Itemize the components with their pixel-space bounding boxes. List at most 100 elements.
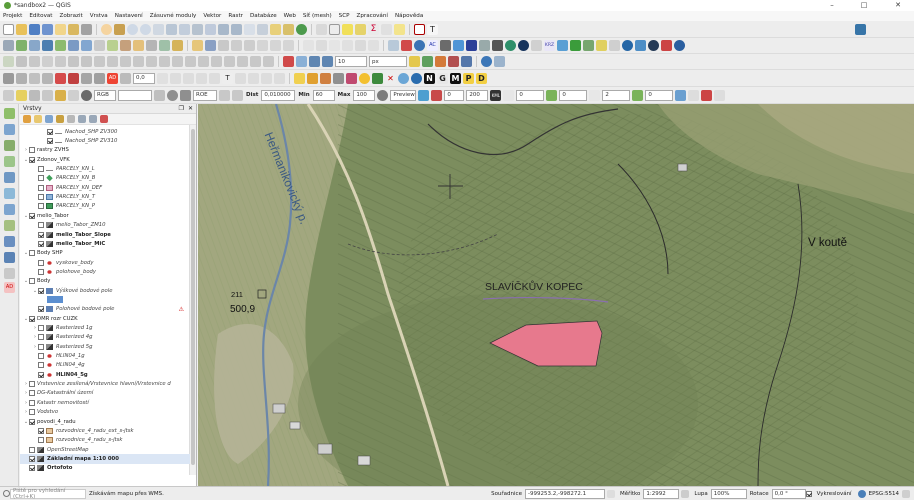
layer-row[interactable]: › Rasterized 1g xyxy=(20,323,190,332)
new-shapefile-icon[interactable] xyxy=(107,40,118,51)
self-snapping-icon[interactable] xyxy=(461,56,472,67)
layer-row[interactable]: ⌄ Body xyxy=(20,277,190,286)
text-size-up-icon[interactable] xyxy=(209,72,220,84)
menu-rastr[interactable]: Rastr xyxy=(228,13,243,19)
layer-row[interactable]: › Rasterized 4g xyxy=(20,333,190,342)
layer-visibility-checkbox[interactable] xyxy=(29,147,35,154)
band-combination-select[interactable]: RGB xyxy=(94,89,116,101)
layer-row[interactable]: PARCELY_KN_B xyxy=(20,174,190,183)
menu-zobrazit[interactable]: Zobrazit xyxy=(60,13,83,19)
wireframe-icon[interactable] xyxy=(609,40,620,51)
layer-row[interactable]: vyskove_body xyxy=(20,258,190,267)
locator-search-input[interactable]: Piště pro vyhledání (Ctrl+K) xyxy=(10,488,86,500)
zoom-next-icon[interactable] xyxy=(231,23,242,35)
deselect-icon[interactable] xyxy=(355,23,366,35)
pin-icon[interactable] xyxy=(661,40,672,51)
add-wms-icon[interactable] xyxy=(68,40,79,51)
add-group-icon[interactable] xyxy=(34,115,42,123)
menu-vrstva[interactable]: Vrstva xyxy=(90,13,108,19)
snap-unit-select[interactable]: px xyxy=(369,56,407,67)
add-vector-layer-icon[interactable] xyxy=(16,40,27,51)
paste-features-icon[interactable] xyxy=(283,40,294,51)
new-temporary-layer-icon[interactable] xyxy=(133,40,144,51)
layer-row[interactable]: Ortofoto xyxy=(20,464,190,473)
n-button-icon[interactable]: N xyxy=(424,72,435,84)
bulb-icon[interactable] xyxy=(294,72,305,84)
add-postgis-icon[interactable] xyxy=(42,40,53,51)
layer-visibility-checkbox[interactable] xyxy=(38,222,44,229)
fish-icon[interactable] xyxy=(557,40,568,51)
cut-features-icon[interactable] xyxy=(257,40,268,51)
add-part-icon[interactable] xyxy=(42,56,53,67)
layer-visibility-checkbox[interactable] xyxy=(29,315,35,322)
avoid-overlap-icon[interactable] xyxy=(448,56,459,67)
measure-line-icon[interactable] xyxy=(29,89,40,101)
layer-visibility-checkbox[interactable] xyxy=(38,343,44,350)
layer-visibility-checkbox[interactable] xyxy=(29,465,35,472)
layer-row[interactable]: ⌄ DMR rozr CUZK xyxy=(20,314,190,323)
lock-scale-icon[interactable] xyxy=(681,489,690,498)
sum-statistics-icon[interactable]: Σ xyxy=(368,23,379,35)
world-icon[interactable] xyxy=(414,40,425,51)
value-2-input[interactable]: 2 xyxy=(602,89,631,101)
layer-row[interactable]: melio_Tabor_Slope xyxy=(20,230,190,239)
band-a-icon[interactable] xyxy=(503,89,515,101)
m-button-icon[interactable]: M xyxy=(450,72,461,84)
font-size-icon[interactable] xyxy=(170,72,181,84)
roi-show-icon[interactable] xyxy=(180,89,191,101)
filter-expression-icon[interactable] xyxy=(67,115,75,123)
new-geopackage-icon[interactable] xyxy=(120,40,131,51)
snapping-magnet-icon[interactable] xyxy=(283,56,294,67)
raster-red-icon[interactable] xyxy=(55,72,66,84)
maximize-button[interactable]: □ xyxy=(850,0,878,11)
layer-row[interactable]: polohove_body xyxy=(20,267,190,276)
vector-tool-icon-4[interactable] xyxy=(4,156,15,167)
layer-visibility-checkbox[interactable] xyxy=(29,409,35,416)
map-canvas[interactable]: Heřmanikovický p. SLAVÍČKŮV KOPEC V kout… xyxy=(198,104,914,486)
tag-icon[interactable] xyxy=(440,40,451,51)
value-0-input[interactable]: 0 xyxy=(516,89,545,101)
layer-visibility-checkbox[interactable] xyxy=(47,128,53,135)
add-regular-polygon-icon[interactable] xyxy=(263,56,274,67)
undo-icon[interactable] xyxy=(231,40,242,51)
measure-icon[interactable] xyxy=(381,23,392,35)
roi-zoom-icon[interactable] xyxy=(167,89,178,101)
menu-zasuvne-moduly[interactable]: Zásuvné moduly xyxy=(150,13,197,19)
label-tool-icon[interactable] xyxy=(303,40,314,51)
compass-icon[interactable] xyxy=(531,40,542,51)
layer-visibility-checkbox[interactable] xyxy=(38,203,44,210)
layer-visibility-checkbox[interactable] xyxy=(38,371,44,378)
zoom-full-icon[interactable] xyxy=(166,23,177,35)
layer-row[interactable]: PARCELY_KN_T xyxy=(20,192,190,201)
menu-napoveda[interactable]: Nápověda xyxy=(395,13,423,19)
pan-to-selection-icon[interactable] xyxy=(114,23,125,35)
band-d-icon[interactable] xyxy=(632,89,644,101)
dot-icon[interactable] xyxy=(674,40,685,51)
layer-row[interactable]: Základní mapa 1:10 000 xyxy=(20,454,190,464)
layer-visibility-checkbox[interactable] xyxy=(29,278,35,285)
gps-tracking-icon[interactable] xyxy=(398,72,409,84)
label-align-icon[interactable] xyxy=(235,72,246,84)
cursor-icon[interactable] xyxy=(3,89,14,101)
preview-icon[interactable] xyxy=(377,89,389,101)
annotation-icon[interactable] xyxy=(414,23,425,35)
collapse-all-icon[interactable] xyxy=(89,115,97,123)
menu-scp[interactable]: SCP xyxy=(339,13,350,19)
graphical-modeler-icon[interactable] xyxy=(16,72,27,84)
layer-tree-scrollbar[interactable] xyxy=(189,125,196,475)
vector-tool-icon-7[interactable] xyxy=(4,204,15,215)
band-c-icon[interactable] xyxy=(589,89,601,101)
offset-curve-icon[interactable] xyxy=(107,56,118,67)
layer-visibility-checkbox[interactable] xyxy=(38,362,44,369)
grid-small-icon[interactable] xyxy=(42,89,53,101)
save-project-icon[interactable] xyxy=(29,23,40,35)
remove-layer-icon[interactable] xyxy=(100,115,108,123)
zoom-out-icon[interactable] xyxy=(140,23,151,35)
style-manager-icon[interactable] xyxy=(81,23,92,35)
vector-tool-icon-3[interactable] xyxy=(4,140,15,151)
layer-row[interactable]: ⌄ Výškové bodové pole xyxy=(20,286,190,295)
field-calc-icon[interactable] xyxy=(94,72,105,84)
layer-visibility-checkbox[interactable] xyxy=(29,455,35,462)
hill-icon[interactable] xyxy=(570,40,581,51)
new-map-view-icon[interactable] xyxy=(244,23,255,35)
